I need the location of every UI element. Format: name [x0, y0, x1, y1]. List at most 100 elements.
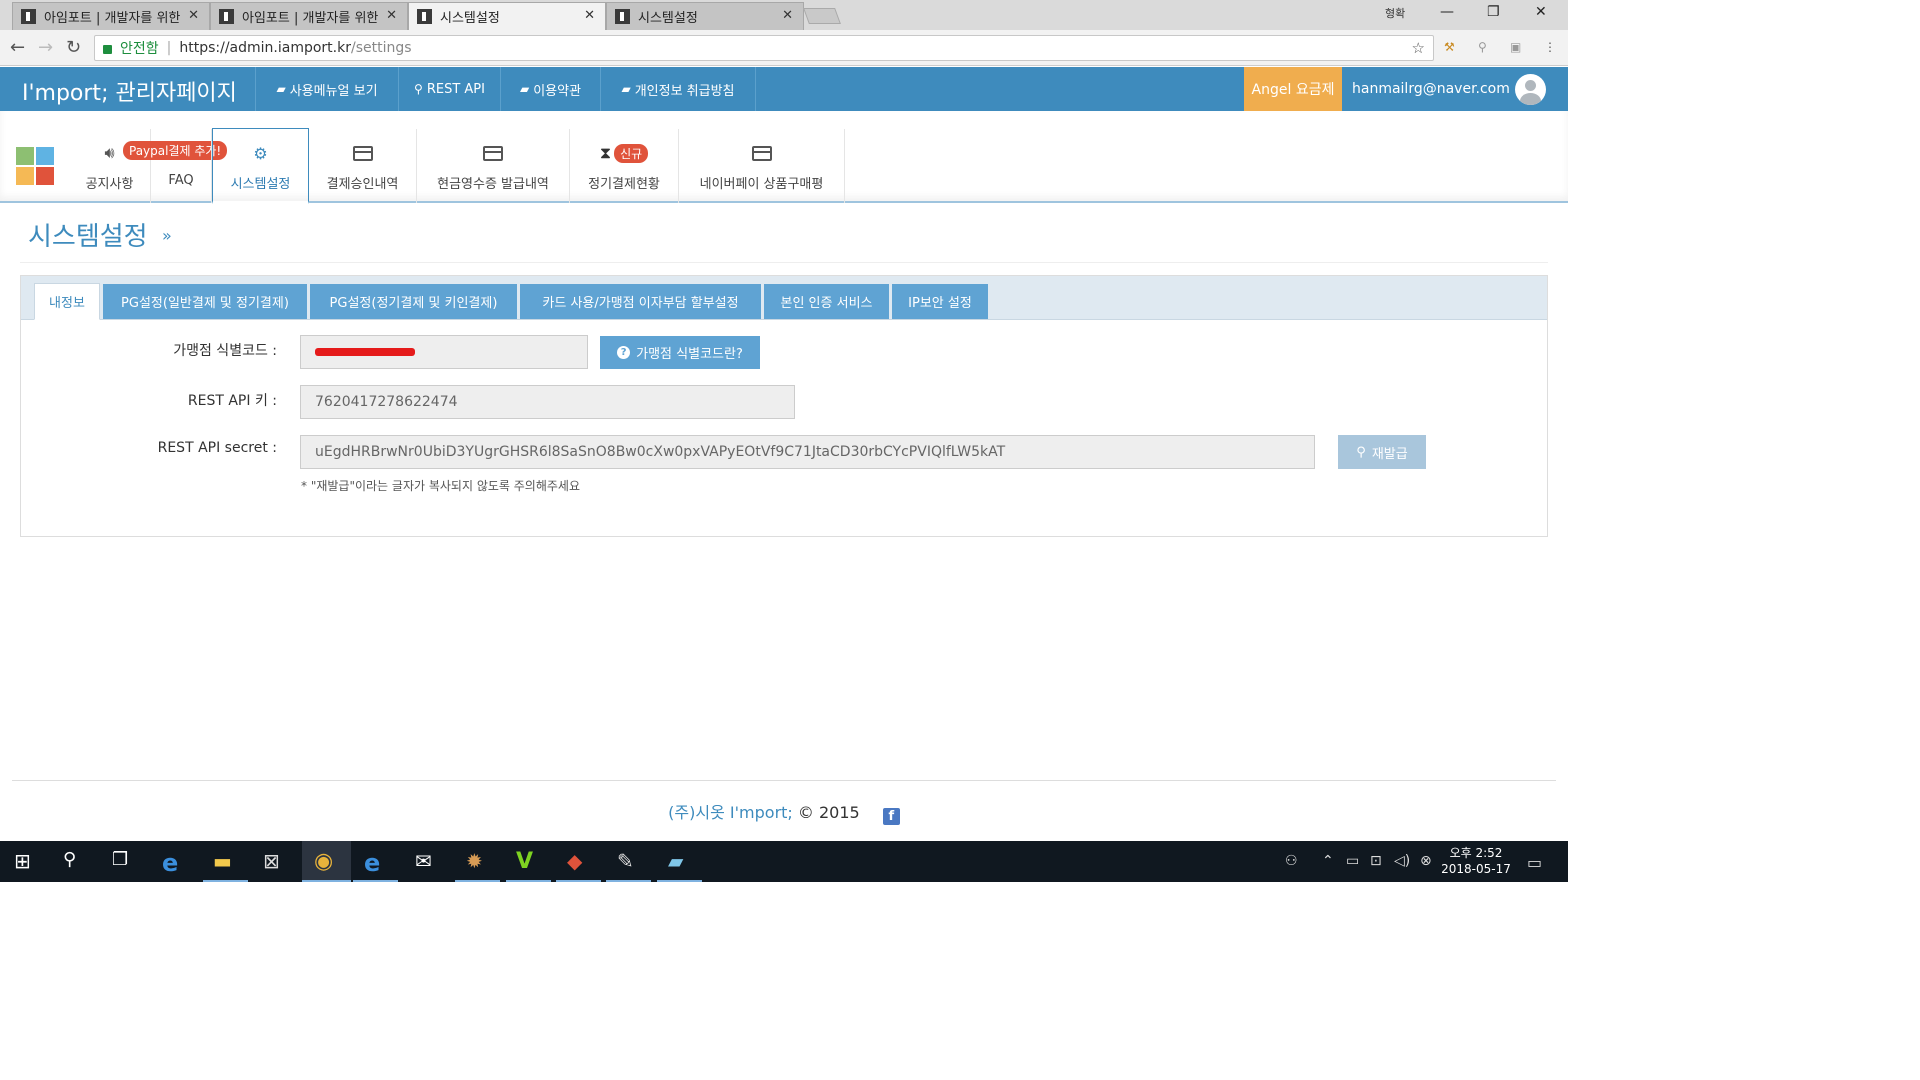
browser-tab-title: 시스템설정: [440, 11, 500, 26]
merchant-code-field[interactable]: [300, 335, 588, 369]
credit-card-icon: [483, 145, 503, 161]
lock-icon: [103, 45, 112, 54]
chrome-icon[interactable]: ◉: [314, 849, 340, 875]
notes-app-icon[interactable]: ▰: [668, 849, 694, 875]
iamport-favicon-icon: [615, 9, 630, 24]
close-tab-icon[interactable]: ✕: [386, 8, 397, 23]
file-explorer-icon[interactable]: ▬: [213, 849, 239, 875]
rest-api-link[interactable]: ⚲ REST API: [398, 67, 500, 111]
mail-icon[interactable]: ✉: [415, 849, 441, 875]
battery-icon[interactable]: ▭: [1346, 853, 1359, 869]
windows-start-icon[interactable]: ⊞: [14, 849, 40, 875]
browser-menu-icon[interactable]: ⋮: [1544, 40, 1560, 56]
settings-tab-bar: 내정보 PG설정(일반결제 및 정기결제) PG설정(정기결제 및 키인결제) …: [21, 276, 1547, 320]
tab-pg-general[interactable]: PG설정(일반결제 및 정기결제): [103, 284, 307, 319]
close-tab-icon[interactable]: ✕: [782, 8, 793, 23]
new-badge: 신규: [614, 143, 649, 163]
terms-link[interactable]: ▰ 이용약관: [500, 67, 600, 111]
volume-icon[interactable]: ◁): [1394, 853, 1410, 869]
privacy-link[interactable]: ▰ 개인정보 취급방침: [600, 67, 756, 111]
tab-ip-security[interactable]: IP보안 설정: [892, 284, 988, 319]
restore-icon[interactable]: ❐: [1487, 4, 1500, 20]
close-tab-icon[interactable]: ✕: [584, 8, 595, 23]
address-bar: ← → ↻ 안전함 | https://admin.iamport.kr/set…: [0, 30, 1568, 66]
secure-label: 안전함: [120, 41, 159, 57]
clock-date: 2018-05-17: [1441, 862, 1511, 876]
network-icon[interactable]: ⊡: [1370, 853, 1382, 869]
tab-my-info[interactable]: 내정보: [34, 283, 100, 320]
palette-icon[interactable]: ✎: [617, 849, 643, 875]
vim-icon[interactable]: V: [516, 849, 542, 875]
bookmark-star-icon[interactable]: ☆: [1412, 39, 1425, 57]
merchant-code-help-button[interactable]: ? 가맹점 식별코드란?: [600, 336, 760, 369]
merchant-code-help-label: 가맹점 식별코드란?: [636, 347, 743, 362]
iamport-favicon-icon: [417, 9, 432, 24]
task-view-icon[interactable]: ❐: [112, 849, 138, 875]
redacted-value: [315, 348, 415, 356]
close-window-icon[interactable]: ✕: [1535, 4, 1547, 20]
tab-pg-keyin[interactable]: PG설정(정기결제 및 키인결제): [310, 284, 517, 319]
extension-hammer-icon[interactable]: ⚒: [1444, 40, 1460, 56]
module-nav: 🔊︎ 공지사항 Paypal결제 추가! FAQ ⚙ 시스템설정 결제승인내역 …: [0, 111, 1568, 204]
close-tab-icon[interactable]: ✕: [188, 8, 199, 23]
back-icon[interactable]: ←: [10, 37, 25, 58]
book-icon: ▰: [276, 82, 286, 96]
store-icon[interactable]: ⊠: [263, 849, 289, 875]
copy-warning-note: * "재발급"이라는 글자가 복사되지 않도록 주의해주세요: [301, 479, 580, 493]
browser-tab-title: 시스템설정: [638, 11, 698, 26]
iamport-favicon-icon: [219, 9, 234, 24]
brand-title[interactable]: I'mport; 관리자페이지: [22, 75, 237, 107]
browser-tab-title: 아임포트 | 개발자를 위한: [44, 11, 181, 26]
nav-payment-approvals[interactable]: 결제승인내역: [309, 129, 417, 203]
nav-recurring-payments[interactable]: ⧗ 신규 정기결제현황: [570, 129, 679, 203]
clock[interactable]: 오후 2:52 2018-05-17: [1440, 845, 1512, 877]
input-method-icon[interactable]: ⊗: [1420, 853, 1432, 869]
profile-label[interactable]: 형확: [1385, 5, 1405, 21]
internet-explorer-icon[interactable]: e: [364, 849, 390, 877]
gear-app-icon[interactable]: ✹: [466, 849, 492, 875]
extension-search-icon[interactable]: ⚲: [1478, 40, 1494, 56]
browser-tab-2[interactable]: 아임포트 | 개발자를 위한 ✕: [210, 2, 408, 30]
nav-faq[interactable]: FAQ: [151, 129, 212, 203]
notifications-icon[interactable]: ▭: [1527, 853, 1542, 872]
forward-icon[interactable]: →: [38, 37, 53, 58]
nav-cash-receipts[interactable]: 현금영수증 발급내역: [417, 129, 570, 203]
avatar[interactable]: [1515, 74, 1546, 105]
extension-ex-icon[interactable]: ▣: [1510, 40, 1526, 56]
search-icon[interactable]: ⚲: [63, 849, 89, 875]
nav-cash-receipts-label: 현금영수증 발급내역: [437, 177, 549, 192]
taskbar-running-indicator: [302, 880, 351, 882]
nav-notice-label: 공지사항: [85, 177, 134, 192]
taskbar-running-indicator: [506, 880, 551, 882]
tray-expand-icon[interactable]: ⌃: [1322, 853, 1334, 869]
rest-api-secret-field[interactable]: uEgdHRBrwNr0UbiD3YUgrGHSR6l8SaSnO8Bw0cXw…: [300, 435, 1315, 469]
gear-icon: ⚙: [253, 143, 268, 163]
manual-link[interactable]: ▰ 사용메뉴얼 보기: [255, 67, 398, 111]
wrench-icon: ⚲: [414, 82, 423, 96]
nav-naverpay-reviews[interactable]: 네이버페이 상품구매평: [679, 129, 845, 203]
app-logo-icon[interactable]: [16, 147, 54, 185]
browser-tab-1[interactable]: 아임포트 | 개발자를 위한 ✕: [12, 2, 210, 30]
browser-tab-4[interactable]: 시스템설정 ✕: [606, 2, 804, 30]
facebook-icon[interactable]: f: [882, 808, 900, 825]
paint-app-icon[interactable]: ◆: [567, 849, 593, 875]
user-menu[interactable]: hanmailrg@naver.com ▼: [1352, 81, 1526, 97]
taskbar: ⊞ ⚲ ❐ e ▬ ⊠ ◉ e ✉ ✹ V ◆ ✎ ▰ ⚇ ⌃ ▭ ⊡ ◁) ⊗…: [0, 841, 1568, 882]
taskbar-running-indicator: [455, 880, 500, 882]
plan-badge[interactable]: Angel 요금제: [1244, 67, 1342, 111]
rest-api-key-label: REST API 키 :: [187, 393, 277, 409]
taskbar-running-indicator: [606, 880, 651, 882]
tab-identity-verification[interactable]: 본인 인증 서비스: [764, 284, 889, 319]
edge-icon[interactable]: e: [162, 849, 188, 877]
nav-system-settings[interactable]: ⚙ 시스템설정: [212, 128, 309, 204]
footer-company: (주)시옷: [668, 803, 725, 822]
rest-api-key-field[interactable]: 7620417278622474: [300, 385, 795, 419]
url-input[interactable]: 안전함 | https://admin.iamport.kr/settings …: [94, 35, 1434, 61]
people-icon[interactable]: ⚇: [1285, 853, 1298, 869]
minimize-icon[interactable]: —: [1440, 4, 1454, 20]
new-tab-button[interactable]: [803, 8, 841, 24]
browser-tab-3[interactable]: 시스템설정 ✕: [408, 2, 606, 30]
tab-installment[interactable]: 카드 사용/가맹점 이자부담 할부설정: [520, 284, 761, 319]
reissue-button[interactable]: ⚲ 재발급: [1338, 435, 1426, 469]
reload-icon[interactable]: ↻: [66, 37, 81, 58]
